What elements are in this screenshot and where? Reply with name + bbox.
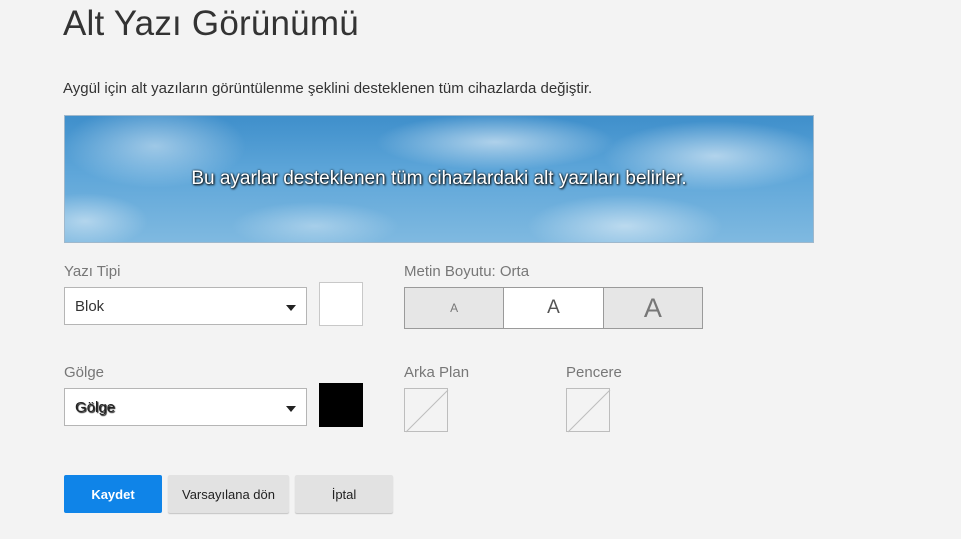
shadow-select[interactable]: Gölge xyxy=(64,388,307,426)
font-select-value: Blok xyxy=(75,298,105,315)
cancel-button[interactable]: İptal xyxy=(295,475,393,513)
text-size-selector: A A A xyxy=(404,287,703,329)
background-label: Arka Plan xyxy=(404,364,470,381)
page-description: Aygül için alt yazıların görüntülenme şe… xyxy=(63,80,593,97)
save-button[interactable]: Kaydet xyxy=(64,475,162,513)
font-color-swatch[interactable] xyxy=(319,282,363,326)
no-color-icon xyxy=(405,389,449,433)
text-size-small-button[interactable]: A xyxy=(405,288,505,328)
page-title: Alt Yazı Görünümü xyxy=(63,4,359,43)
font-label: Yazı Tipi xyxy=(64,263,121,280)
text-size-label: Metin Boyutu: Orta xyxy=(404,263,530,280)
reset-defaults-button[interactable]: Varsayılana dön xyxy=(168,475,289,513)
subtitle-preview: Bu ayarlar desteklenen tüm cihazlardaki … xyxy=(64,115,814,243)
preview-text: Bu ayarlar desteklenen tüm cihazlardaki … xyxy=(191,168,687,189)
no-color-icon xyxy=(567,389,611,433)
shadow-select-value: Gölge xyxy=(75,399,116,416)
shadow-label: Gölge xyxy=(64,364,105,381)
background-color-swatch[interactable] xyxy=(404,388,449,433)
text-size-large-button[interactable]: A xyxy=(603,288,702,328)
window-color-swatch[interactable] xyxy=(566,388,611,433)
chevron-down-icon xyxy=(286,406,296,412)
window-label: Pencere xyxy=(566,364,622,381)
chevron-down-icon xyxy=(286,305,296,311)
font-select[interactable]: Blok xyxy=(64,287,307,325)
text-size-medium-button[interactable]: A xyxy=(504,288,604,328)
subtitle-appearance-page: Alt Yazı Görünümü Aygül için alt yazılar… xyxy=(0,0,961,539)
shadow-color-swatch[interactable] xyxy=(319,383,363,427)
